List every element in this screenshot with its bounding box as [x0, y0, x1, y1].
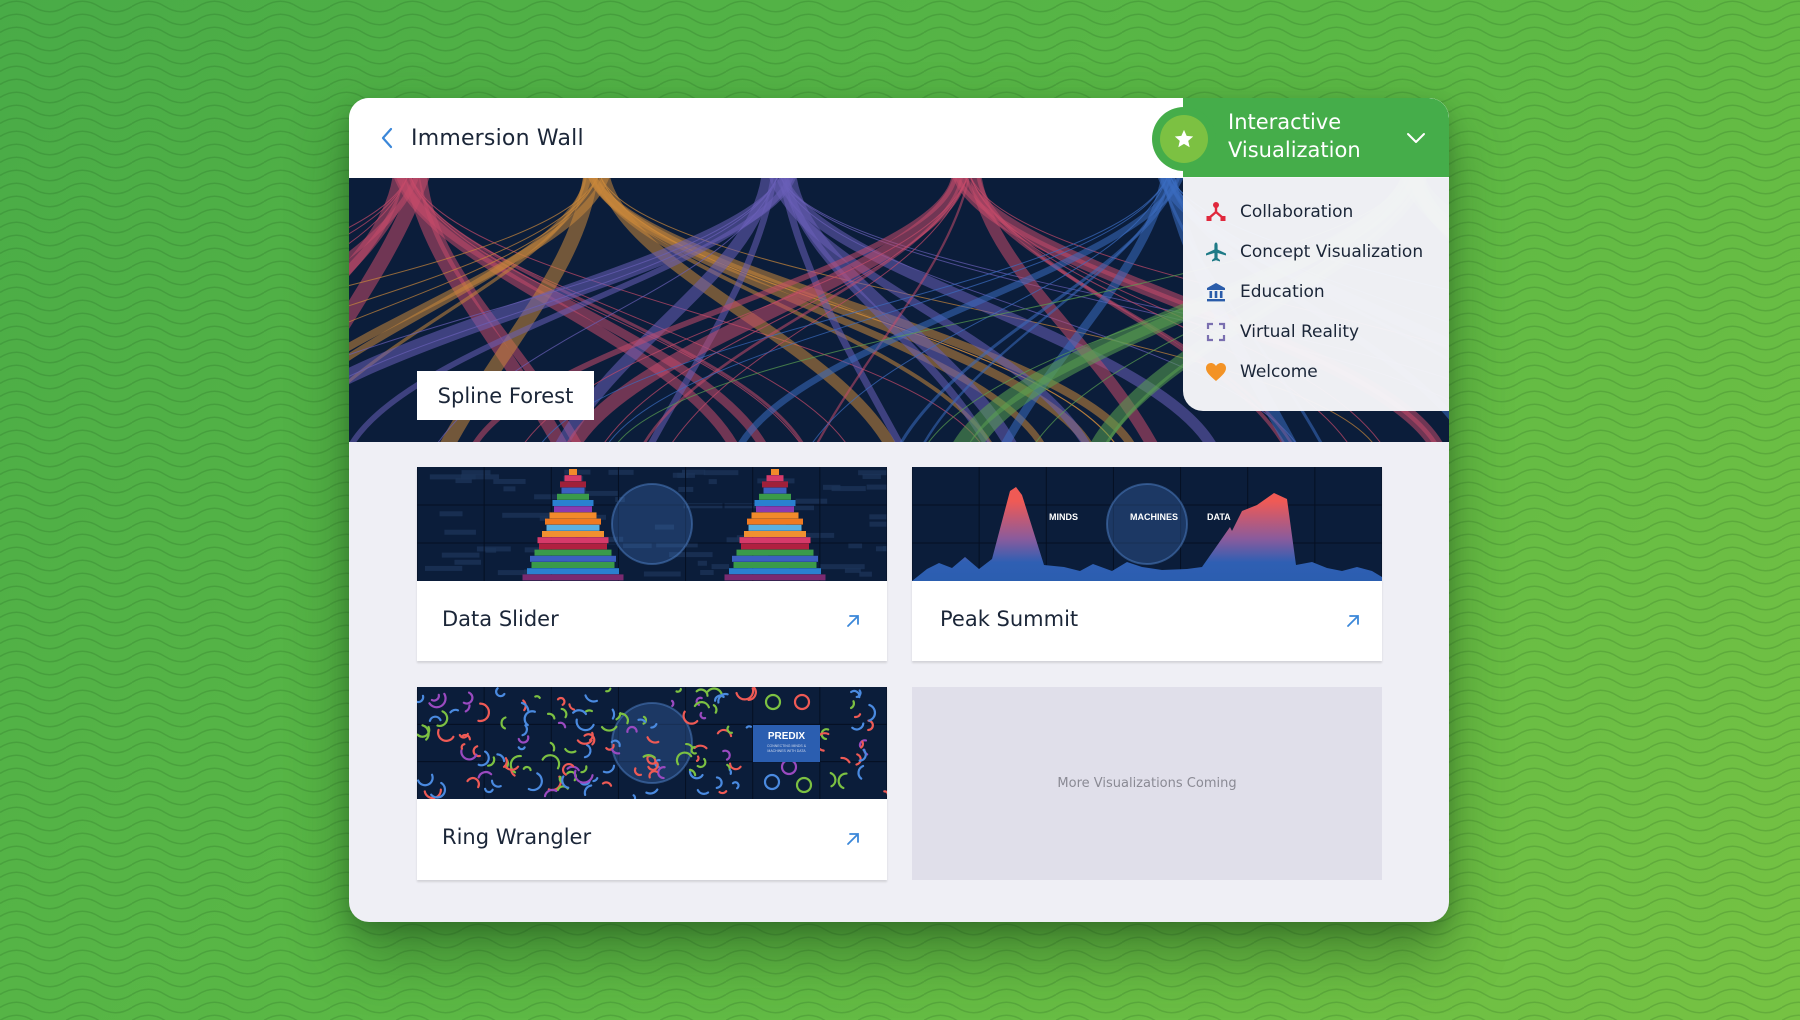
option-label: Welcome	[1240, 362, 1318, 382]
predix-badge: PREDIX CONNECTING MINDS & MACHINES WITH …	[753, 725, 820, 762]
chevron-left-icon	[381, 127, 393, 149]
placeholder-text: More Visualizations Coming	[1057, 776, 1237, 791]
dropdown-option-collaboration[interactable]: Collaboration	[1183, 194, 1449, 230]
tile-title: Peak Summit	[940, 607, 1079, 631]
heart-icon	[1205, 361, 1227, 383]
arrow-up-right-icon[interactable]	[1344, 612, 1362, 630]
tile-ring-wrangler[interactable]: PREDIX CONNECTING MINDS & MACHINES WITH …	[417, 687, 887, 880]
predix-badge-subtitle: CONNECTING MINDS & MACHINES WITH DATA	[766, 744, 807, 753]
option-label: Virtual Reality	[1240, 322, 1360, 342]
option-label: Collaboration	[1240, 202, 1354, 222]
tile-title: Data Slider	[442, 607, 559, 631]
peak-summit-artwork	[912, 467, 1382, 581]
thumb-label-machines: MACHINES	[1130, 512, 1179, 522]
tile-peak-summit[interactable]: MINDS MACHINES DATA Peak Summit	[912, 467, 1382, 661]
airplane-icon	[1205, 241, 1227, 263]
category-dropdown-menu: Collaboration Concept Visualization Educ…	[1183, 177, 1449, 411]
selected-category-line1: Interactive	[1228, 110, 1342, 134]
predix-badge-title: PREDIX	[767, 731, 806, 742]
tile-thumbnail: MINDS MACHINES DATA	[912, 467, 1382, 581]
tile-thumbnail	[417, 467, 887, 581]
star-icon	[1174, 129, 1194, 148]
dropdown-option-virtual-reality[interactable]: Virtual Reality	[1183, 314, 1449, 350]
arrow-up-right-icon[interactable]	[844, 830, 862, 848]
chevron-down-icon[interactable]	[1405, 130, 1427, 146]
dropdown-option-concept-visualization[interactable]: Concept Visualization	[1183, 234, 1449, 270]
thumb-label-data: DATA	[1207, 512, 1231, 522]
featured-title-label[interactable]: Spline Forest	[417, 371, 594, 420]
selected-category-line2: Visualization	[1228, 138, 1361, 162]
expand-frame-icon	[1205, 321, 1227, 343]
page-title: Immersion Wall	[411, 125, 584, 151]
back-button[interactable]: Immersion Wall	[379, 122, 584, 154]
dropdown-option-education[interactable]: Education	[1183, 274, 1449, 310]
option-label: Concept Visualization	[1240, 242, 1424, 262]
data-slider-artwork	[417, 467, 887, 581]
coming-soon-placeholder: More Visualizations Coming	[912, 687, 1382, 880]
institution-icon	[1205, 281, 1227, 303]
tile-data-slider[interactable]: Data Slider	[417, 467, 887, 661]
option-label: Education	[1240, 282, 1325, 302]
arrow-up-right-icon[interactable]	[844, 612, 862, 630]
network-icon	[1205, 201, 1227, 223]
dropdown-option-welcome[interactable]: Welcome	[1183, 354, 1449, 390]
selected-category-label[interactable]: Interactive Visualization	[1228, 108, 1388, 164]
tile-title: Ring Wrangler	[442, 825, 592, 849]
category-badge[interactable]	[1160, 115, 1208, 163]
immersion-wall-panel: Immersion Wall Spline Forest Data Slider	[349, 98, 1449, 922]
thumb-label-minds: MINDS	[1049, 512, 1078, 522]
tile-thumbnail: PREDIX CONNECTING MINDS & MACHINES WITH …	[417, 687, 887, 799]
